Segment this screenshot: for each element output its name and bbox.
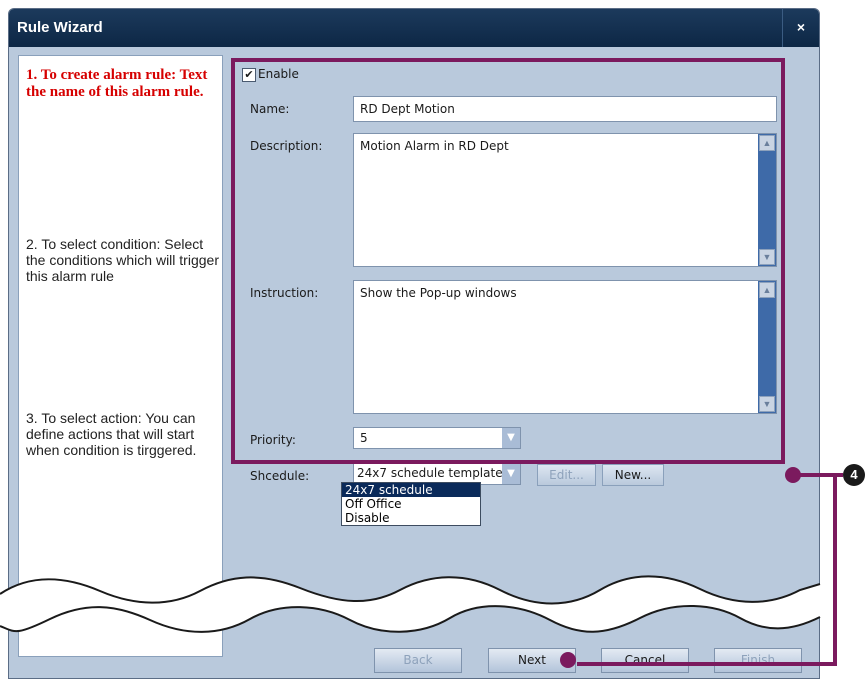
new-schedule-button[interactable]: New... (602, 464, 664, 486)
schedule-option[interactable]: Off Office (342, 497, 480, 511)
chevron-down-icon[interactable]: ▼ (502, 464, 520, 484)
callout-line (833, 473, 837, 666)
finish-button[interactable]: Finish (714, 648, 802, 673)
cancel-button[interactable]: Cancel (601, 648, 689, 673)
edit-schedule-button[interactable]: Edit... (537, 464, 596, 486)
window-title: Rule Wizard (17, 19, 103, 36)
back-button[interactable]: Back (374, 648, 462, 673)
schedule-value: 24x7 schedule template (357, 466, 503, 480)
highlight-frame (231, 58, 785, 464)
callout-dot (560, 652, 576, 668)
title-bar[interactable]: Rule Wizard × (9, 9, 819, 47)
schedule-option[interactable]: 24x7 schedule template (342, 483, 480, 511)
callout-badge: 4 (843, 464, 865, 486)
callout-line (577, 662, 837, 666)
step-4-text: 4. To con (26, 582, 83, 598)
schedule-dropdown: 24x7 schedule template Off Office Disabl… (341, 482, 481, 526)
step-2-text: 2. To select condition: Select the condi… (26, 236, 219, 284)
close-button[interactable]: × (782, 9, 819, 47)
callout-dot (785, 467, 801, 483)
steps-panel (18, 55, 223, 657)
schedule-label: Shcedule: (250, 469, 310, 483)
step-1-text: 1. To create alarm rule: Text the name o… (26, 67, 208, 100)
schedule-option[interactable]: Disable (342, 511, 480, 525)
step-3-text: 3. To select action: You can define acti… (26, 410, 197, 458)
